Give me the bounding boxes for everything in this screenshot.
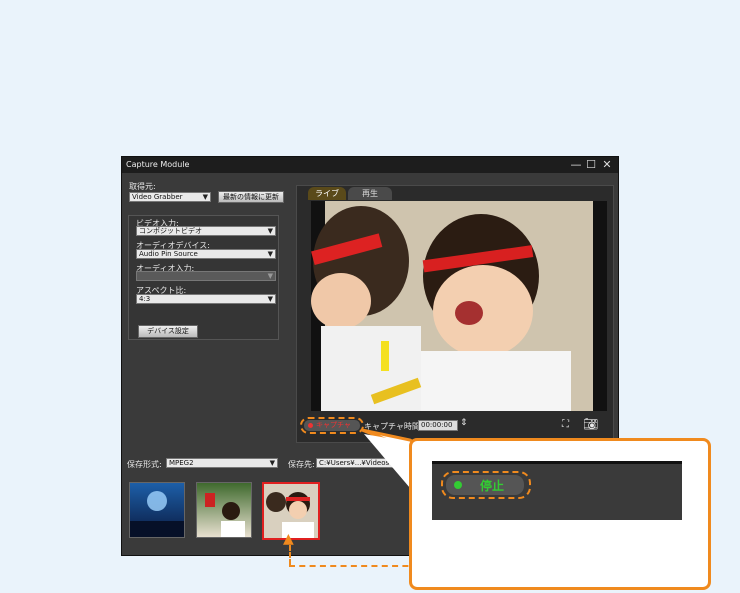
save-format-select[interactable]: MPEG2 ▼ (166, 458, 278, 468)
thumbnail-concert[interactable] (129, 482, 185, 538)
video-preview (311, 201, 607, 411)
maximize-button[interactable]: ☐ (583, 158, 599, 172)
stop-button[interactable]: 停止 (446, 475, 524, 495)
children-image (266, 492, 314, 538)
chevron-down-icon: ▼ (267, 227, 273, 235)
save-format-value: MPEG2 (169, 459, 194, 467)
festival-image (205, 493, 245, 537)
source-select-value: Video Grabber (132, 193, 183, 201)
video-input-select[interactable]: コンポジットビデオ ▼ (136, 226, 276, 236)
source-label: 取得元: (129, 182, 156, 191)
pointer-line-vertical (289, 545, 291, 565)
window-title: Capture Module (126, 160, 190, 169)
title-bar: Capture Module — ☐ ✕ (122, 157, 618, 173)
thumbnail-festival[interactable] (196, 482, 252, 538)
chevron-down-icon: ▼ (202, 193, 208, 201)
pointer-line-horizontal (289, 565, 429, 567)
aspect-value: 4:3 (139, 295, 151, 303)
audio-input-select[interactable]: ▼ (136, 271, 276, 281)
stop-dot-icon (454, 481, 462, 489)
stop-button-label: 停止 (480, 479, 505, 493)
callout-zoomed-panel: 停止 (432, 461, 682, 520)
fit-screen-icon[interactable]: ⛶ (562, 419, 569, 430)
chevron-down-icon: ▼ (267, 250, 273, 258)
chevron-down-icon: ▼ (267, 272, 273, 280)
source-select[interactable]: Video Grabber ▼ (129, 192, 211, 202)
save-dest-label: 保存先: (288, 460, 315, 469)
spinner-icon[interactable]: ⇕ (460, 418, 468, 428)
device-settings-button[interactable]: デバイス設定 (138, 325, 198, 338)
audio-device-select[interactable]: Audio Pin Source ▼ (136, 249, 276, 259)
chevron-down-icon: ▼ (269, 459, 275, 467)
refresh-button[interactable]: 最新の情報に更新 (218, 191, 284, 203)
video-frame-image (311, 201, 607, 411)
callout-box: 停止 (409, 438, 711, 590)
aspect-select[interactable]: 4:3 ▼ (136, 294, 276, 304)
tab-playback[interactable]: 再生 (348, 187, 392, 200)
record-dot-icon (308, 423, 313, 428)
tab-live[interactable]: ライブ (308, 187, 346, 200)
minimize-button[interactable]: — (568, 158, 584, 172)
video-input-value: コンポジットビデオ (139, 227, 202, 235)
camera-icon[interactable]: 📷︎ (583, 417, 598, 431)
chevron-down-icon: ▼ (267, 295, 273, 303)
save-format-label: 保存形式: (127, 460, 162, 469)
concert-image (130, 491, 184, 537)
audio-device-value: Audio Pin Source (139, 250, 198, 258)
close-button[interactable]: ✕ (599, 158, 615, 172)
